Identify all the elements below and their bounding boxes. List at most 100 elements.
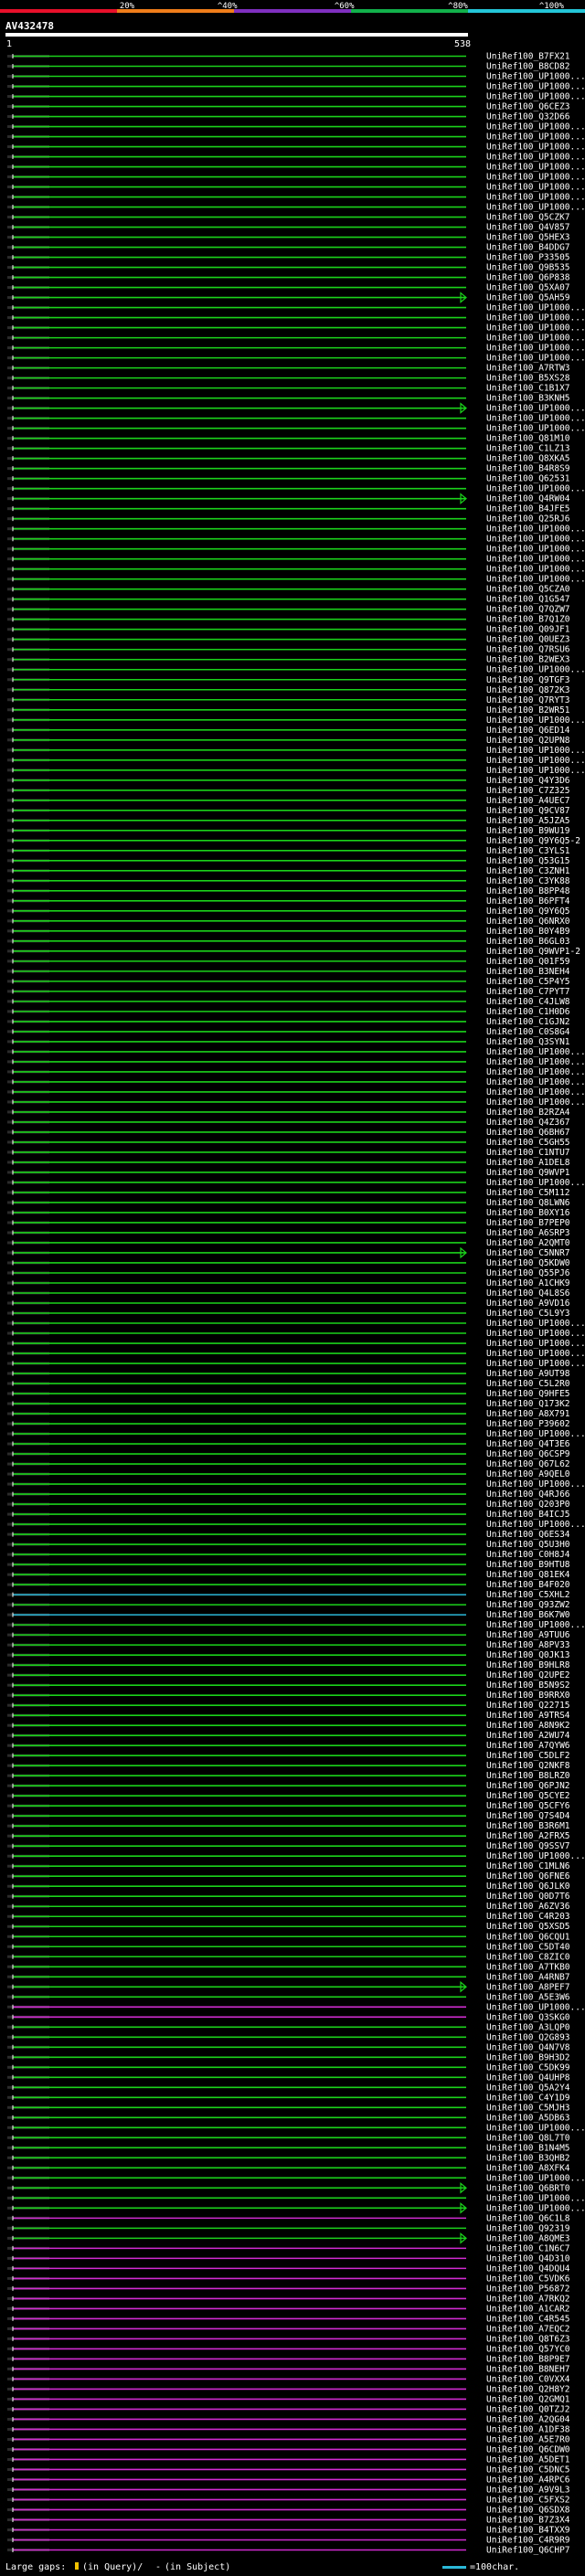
hit-row: UniRef100_UP1000... [7,756,585,766]
hit-label: UniRef100_UP1000... [486,1067,585,1077]
hit-row: UniRef100_A6SRP3 [7,1228,570,1238]
hit-label: UniRef100_Q6CQU1 [486,1932,570,1942]
hit-label: UniRef100_C4R9R9 [486,2535,570,2545]
hit-label: UniRef100_UP1000... [486,1097,585,1108]
hit-label: UniRef100_C8ZIC0 [486,1952,570,1962]
hit-label: UniRef100_C3YK88 [486,876,570,886]
hit-label: UniRef100_Q6CHP7 [486,2545,570,2555]
hit-row: UniRef100_Q4RJ66 [7,1489,570,1500]
hit-label: UniRef100_B4TXX9 [486,2525,570,2535]
hit-label: UniRef100_Q5CZK7 [486,213,570,223]
hit-row: UniRef100_UP1000... [7,2123,585,2133]
hit-row: UniRef100_C5DT40 [7,1942,570,1952]
hit-row: UniRef100_Q62531 [7,474,570,484]
hit-label: UniRef100_C5FXS2 [486,2495,570,2505]
hit-row: UniRef100_Q57YC0 [7,2344,570,2354]
hit-row: UniRef100_A8XFK4 [7,2163,570,2173]
hit-row: UniRef100_Q9Y6Q5 [7,906,570,917]
hit-row: UniRef100_A5JZA5 [7,816,570,826]
hit-label: UniRef100_Q872K3 [486,685,570,695]
hit-label: UniRef100_UP1000... [486,2173,585,2183]
query-start-label: 1 [6,39,12,49]
hit-label: UniRef100_Q6C1L8 [486,2213,570,2223]
hit-label: UniRef100_A8X791 [486,1409,570,1419]
hit-label: UniRef100_A9UT98 [486,1369,570,1379]
hit-row: UniRef100_A8PV33 [7,1640,570,1650]
hit-row: UniRef100_A4RPC6 [7,2475,570,2485]
hit-label: UniRef100_Q4RJ66 [486,1489,570,1500]
hit-row: UniRef100_Q81EK4 [7,1570,570,1580]
hit-label: UniRef100_A2FRX5 [486,1831,570,1841]
hit-label: UniRef100_Q8T6Z3 [486,2334,570,2344]
scale-band [117,9,234,13]
hit-row: UniRef100_Q6ED14 [7,726,570,736]
hit-row: UniRef100_UP1000... [7,565,585,575]
hit-label: UniRef100_UP1000... [486,1329,585,1339]
hit-label: UniRef100_UP1000... [486,354,585,364]
hit-label: UniRef100_Q4L8S6 [486,1288,570,1299]
hit-label: UniRef100_A1CAR2 [486,2304,570,2314]
hit-row: UniRef100_C5P4Y5 [7,977,570,987]
hit-label: UniRef100_Q4T3E6 [486,1439,570,1449]
hit-label: UniRef100_Q4D310 [486,2253,570,2263]
hit-label: UniRef100_Q3SYN1 [486,1037,570,1047]
hit-row: UniRef100_C3ZNH1 [7,866,570,876]
hit-row: UniRef100_A4UEC7 [7,796,570,806]
hit-label: UniRef100_B5XS28 [486,374,570,384]
hit-label: UniRef100_Q4N7V8 [486,2042,570,2052]
hit-row: UniRef100_UP1000... [7,1057,585,1067]
hit-row: UniRef100_Q6CDW0 [7,2444,570,2454]
hit-label: UniRef100_C7Z325 [486,786,570,796]
hit-label: UniRef100_UP1000... [486,1077,585,1087]
hit-label: UniRef100_Q8XKA5 [486,454,570,464]
hit-row: UniRef100_A8N9K2 [7,1721,570,1731]
hit-label: UniRef100_Q3SKG0 [486,2012,570,2022]
hit-label: UniRef100_B2WEX3 [486,655,570,665]
query-name: AV432478 [5,20,54,32]
hit-label: UniRef100_B8P9E7 [486,2354,570,2364]
hit-row: UniRef100_Q09JF1 [7,625,570,635]
hit-label: UniRef100_A8N9K2 [486,1721,570,1731]
hit-row: UniRef100_Q9WVP1-2 [7,947,580,957]
hit-row: UniRef100_UP1000... [7,323,585,334]
hit-label: UniRef100_Q173K2 [486,1399,570,1409]
hit-label: UniRef100_Q2G893 [486,2032,570,2042]
hit-row: UniRef100_Q9B535 [7,263,570,273]
alignment-overview-chart: 20% ^40% ^60% ^80% ^100% AV432478 1 538 UniR… [0,2,585,2572]
hit-label: UniRef100_A5DET1 [486,2454,570,2465]
hit-label: UniRef100_Q0TZJ2 [486,2404,570,2414]
hit-row: UniRef100_C1NTU7 [7,1148,570,1158]
hit-label: UniRef100_UP1000... [486,92,585,102]
hit-row: UniRef100_A5E3W6 [7,1992,570,2002]
hit-label: UniRef100_Q4Y3D6 [486,776,570,786]
hit-row: UniRef100_UP1000... [7,354,585,364]
hit-row: UniRef100_Q5CFY6 [7,1801,570,1811]
hit-label: UniRef100_UP1000... [486,183,585,193]
hit-label: UniRef100_Q5A2Y4 [486,2083,570,2093]
scale-label: ^60% [335,2,355,11]
hit-label: UniRef100_C1GJN2 [486,1017,570,1027]
hit-row: UniRef100_Q53G15 [7,856,570,866]
hit-label: UniRef100_UP1000... [486,344,585,354]
hit-row: UniRef100_UP1000... [7,344,585,354]
hit-label: UniRef100_UP1000... [486,72,585,82]
hit-row: UniRef100_Q0UEZ3 [7,635,570,645]
hit-row: UniRef100_C5VDK6 [7,2274,570,2284]
hit-label: UniRef100_A1DF38 [486,2424,570,2434]
hit-row: UniRef100_UP1000... [7,1087,585,1097]
hit-row: UniRef100_Q6P838 [7,273,570,283]
hit-label: UniRef100_C3YLS1 [486,846,570,856]
hit-label: UniRef100_A9TUU6 [486,1630,570,1640]
hit-row: UniRef100_B8PP48 [7,886,570,896]
hit-row: UniRef100_C5MJH3 [7,2103,570,2113]
hit-label: UniRef100_UP1000... [486,334,585,344]
hit-row: UniRef100_Q5CZK7 [7,213,570,223]
hit-label: UniRef100_Q5HEX3 [486,233,570,243]
hit-row: UniRef100_Q0JK13 [7,1650,570,1660]
hit-row: UniRef100_Q6CHP7 [7,2545,570,2555]
hit-row: UniRef100_A2FRX5 [7,1831,570,1841]
hit-row: UniRef100_UP1000... [7,1359,585,1369]
hit-row: UniRef100_UP1000... [7,183,585,193]
hit-row: UniRef100_Q4Y3D6 [7,776,570,786]
hit-label: UniRef100_C5L9Y3 [486,1309,570,1319]
